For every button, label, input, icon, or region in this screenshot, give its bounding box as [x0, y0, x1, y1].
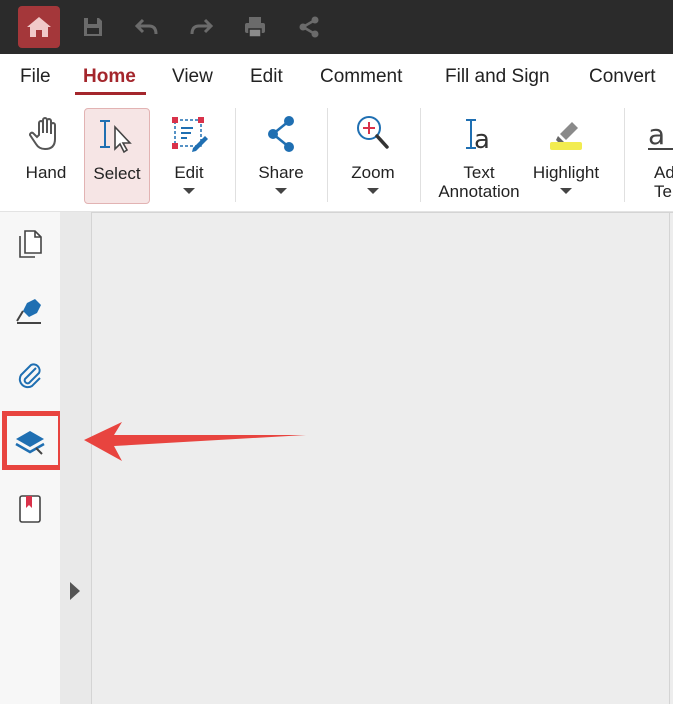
highlight-tool-button[interactable]: Highlight — [528, 108, 604, 204]
pages-icon — [19, 230, 42, 258]
redo-icon — [190, 18, 214, 35]
home-icon — [27, 17, 51, 37]
tab-file[interactable]: File — [20, 66, 51, 88]
tab-edit[interactable]: Edit — [250, 66, 283, 88]
zoom-dropdown-caret[interactable] — [367, 188, 379, 194]
undo-icon — [134, 18, 158, 35]
svg-text:a: a — [648, 118, 665, 151]
add-text-button[interactable]: a Ad Te — [640, 108, 673, 204]
select-cursor-icon — [100, 120, 132, 154]
edit-object-icon — [172, 117, 208, 152]
hand-tool-button[interactable]: Hand — [18, 108, 74, 204]
edit-dropdown-caret[interactable] — [183, 188, 195, 194]
expand-panel-arrow-icon[interactable] — [70, 582, 80, 600]
save-icon — [84, 18, 102, 36]
svg-text:a: a — [474, 125, 490, 154]
signature-pen-icon — [16, 299, 41, 324]
text-annotation-label-line2: Annotation — [438, 182, 520, 201]
share-dropdown-caret[interactable] — [275, 188, 287, 194]
sidebar-item-signatures[interactable] — [10, 292, 50, 332]
tab-home[interactable]: Home — [83, 66, 136, 88]
highlight-dropdown-caret[interactable] — [560, 188, 572, 194]
add-text-label-line1: Ad — [654, 163, 673, 182]
title-bar — [0, 0, 673, 54]
hand-icon — [29, 117, 56, 151]
ribbon-separator — [624, 108, 625, 202]
text-annotation-label-line1: Text — [463, 163, 495, 182]
tab-view[interactable]: View — [172, 66, 213, 88]
tab-fill-and-sign[interactable]: Fill and Sign — [445, 66, 550, 88]
canvas-edge — [669, 213, 670, 704]
sidebar-item-pages[interactable] — [10, 224, 50, 264]
undo-button[interactable] — [132, 12, 162, 42]
text-annotation-button[interactable]: a Text Annotation — [434, 108, 524, 204]
edit-label: Edit — [174, 163, 204, 182]
ribbon-separator — [235, 108, 236, 202]
redo-button[interactable] — [186, 12, 216, 42]
add-text-label-line2: Te — [654, 182, 672, 201]
select-tool-button[interactable]: Select — [84, 108, 150, 204]
edit-tool-button[interactable]: Edit — [162, 108, 216, 204]
active-tab-indicator — [75, 92, 146, 95]
highlighter-icon — [550, 122, 582, 150]
paperclip-icon — [18, 363, 41, 389]
home-button[interactable] — [18, 6, 60, 48]
share-icon — [268, 116, 294, 152]
bookmark-icon — [19, 495, 41, 523]
ribbon-separator — [420, 108, 421, 202]
share-icon — [299, 16, 319, 38]
sidebar-item-attachments[interactable] — [10, 357, 50, 397]
ribbon-separator — [327, 108, 328, 202]
save-button[interactable] — [78, 12, 108, 42]
text-annotation-label: Text Annotation — [438, 163, 519, 201]
share-button[interactable] — [294, 12, 324, 42]
print-button[interactable] — [240, 12, 270, 42]
zoom-in-icon — [357, 116, 389, 149]
share-tool-button[interactable]: Share — [254, 108, 308, 204]
select-label: Select — [93, 164, 141, 183]
tab-convert[interactable]: Convert — [589, 66, 656, 88]
print-icon — [245, 17, 265, 38]
ribbon-toolbar: Hand Select Edit Share Zoom a Text Annot… — [0, 98, 673, 212]
share-label: Share — [258, 163, 304, 182]
sidebar-item-bookmarks[interactable] — [10, 489, 50, 529]
tab-comment[interactable]: Comment — [320, 66, 402, 88]
zoom-tool-button[interactable]: Zoom — [344, 108, 402, 204]
highlight-label: Highlight — [532, 163, 600, 182]
text-annotation-icon: a — [466, 119, 490, 154]
zoom-label: Zoom — [351, 163, 395, 182]
annotation-highlight-box — [2, 411, 63, 470]
annotation-arrow-icon — [84, 422, 306, 461]
add-text-label: Ad Te — [640, 163, 673, 201]
add-text-icon: a — [648, 118, 673, 151]
hand-label: Hand — [25, 163, 67, 182]
